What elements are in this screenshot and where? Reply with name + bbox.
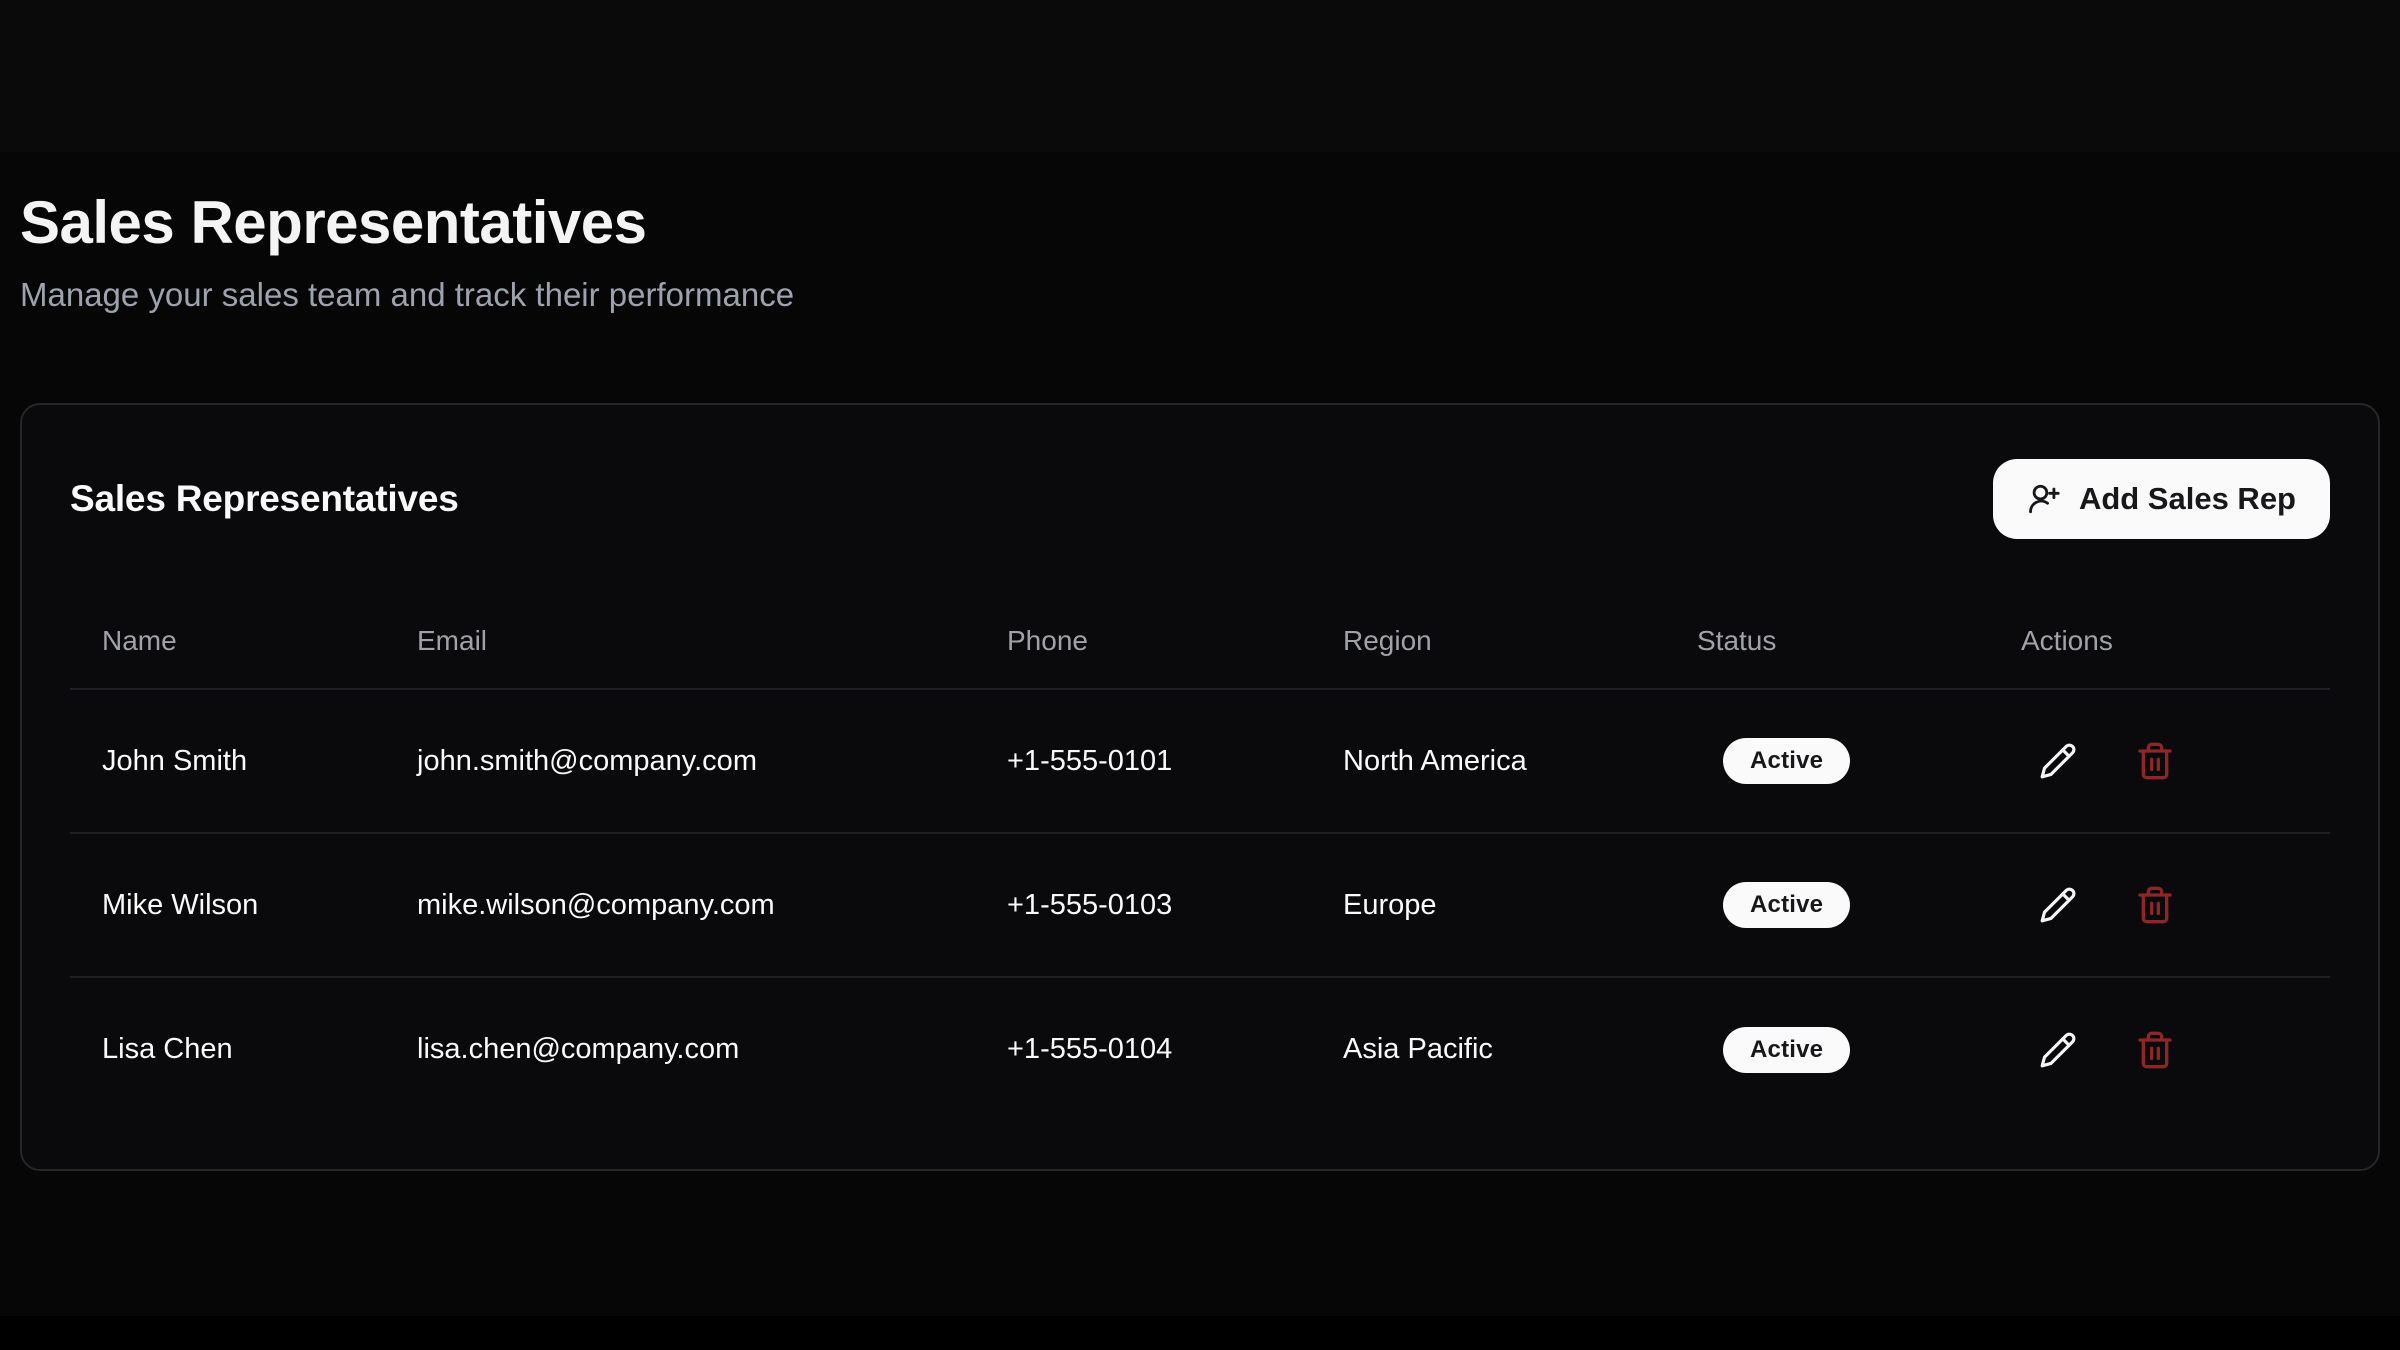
trash-icon — [2135, 741, 2175, 781]
rep-name: Lisa Chen — [70, 977, 385, 1121]
column-header-email: Email — [385, 593, 975, 689]
sales-representatives-page: Sales Representatives Manage your sales … — [0, 0, 2400, 1350]
rep-status-cell: Active — [1665, 977, 1989, 1121]
rep-status-cell: Active — [1665, 689, 1989, 833]
rep-region: Europe — [1311, 833, 1665, 977]
rep-email: john.smith@company.com — [385, 689, 975, 833]
table-row: Lisa Chenlisa.chen@company.com+1-555-010… — [70, 977, 2330, 1121]
rep-phone: +1-555-0101 — [975, 689, 1311, 833]
pencil-icon — [2039, 886, 2077, 924]
table-wrap: NameEmailPhoneRegionStatusActions John S… — [22, 593, 2378, 1169]
edit-button[interactable] — [2039, 1031, 2077, 1069]
edit-button[interactable] — [2039, 742, 2077, 780]
trash-icon — [2135, 885, 2175, 925]
status-badge: Active — [1723, 1027, 1850, 1073]
rep-phone: +1-555-0104 — [975, 977, 1311, 1121]
rep-email: mike.wilson@company.com — [385, 833, 975, 977]
delete-button[interactable] — [2135, 741, 2175, 781]
page-subtitle: Manage your sales team and track their p… — [20, 273, 2380, 317]
bottom-band — [0, 1316, 2400, 1350]
edit-button[interactable] — [2039, 886, 2077, 924]
sales-reps-card: Sales Representatives Add Sales Rep — [20, 403, 2380, 1171]
rep-region: Asia Pacific — [1311, 977, 1665, 1121]
column-header-name: Name — [70, 593, 385, 689]
rep-email: lisa.chen@company.com — [385, 977, 975, 1121]
status-badge: Active — [1723, 882, 1850, 928]
add-sales-rep-label: Add Sales Rep — [2079, 481, 2296, 517]
pencil-icon — [2039, 742, 2077, 780]
actions-group — [2039, 1030, 2298, 1070]
trash-icon — [2135, 1030, 2175, 1070]
rep-actions-cell — [1989, 977, 2330, 1121]
rep-name: Mike Wilson — [70, 833, 385, 977]
rep-status-cell: Active — [1665, 833, 1989, 977]
table-row: Mike Wilsonmike.wilson@company.com+1-555… — [70, 833, 2330, 977]
actions-group — [2039, 741, 2298, 781]
user-plus-icon — [2027, 482, 2061, 516]
rep-phone: +1-555-0103 — [975, 833, 1311, 977]
rep-region: North America — [1311, 689, 1665, 833]
pencil-icon — [2039, 1031, 2077, 1069]
table-body: John Smithjohn.smith@company.com+1-555-0… — [70, 689, 2330, 1121]
card-header: Sales Representatives Add Sales Rep — [22, 405, 2378, 593]
status-badge: Active — [1723, 738, 1850, 784]
page-content: Sales Representatives Manage your sales … — [0, 0, 2400, 1171]
actions-group — [2039, 885, 2298, 925]
table-row: John Smithjohn.smith@company.com+1-555-0… — [70, 689, 2330, 833]
table-header-row: NameEmailPhoneRegionStatusActions — [70, 593, 2330, 689]
delete-button[interactable] — [2135, 1030, 2175, 1070]
column-header-status: Status — [1665, 593, 1989, 689]
rep-actions-cell — [1989, 833, 2330, 977]
column-header-phone: Phone — [975, 593, 1311, 689]
delete-button[interactable] — [2135, 885, 2175, 925]
rep-actions-cell — [1989, 689, 2330, 833]
add-sales-rep-button[interactable]: Add Sales Rep — [1993, 459, 2330, 539]
card-title: Sales Representatives — [70, 478, 459, 520]
column-header-actions: Actions — [1989, 593, 2330, 689]
rep-name: John Smith — [70, 689, 385, 833]
sales-reps-table: NameEmailPhoneRegionStatusActions John S… — [70, 593, 2330, 1121]
page-title: Sales Representatives — [20, 0, 2380, 257]
column-header-region: Region — [1311, 593, 1665, 689]
